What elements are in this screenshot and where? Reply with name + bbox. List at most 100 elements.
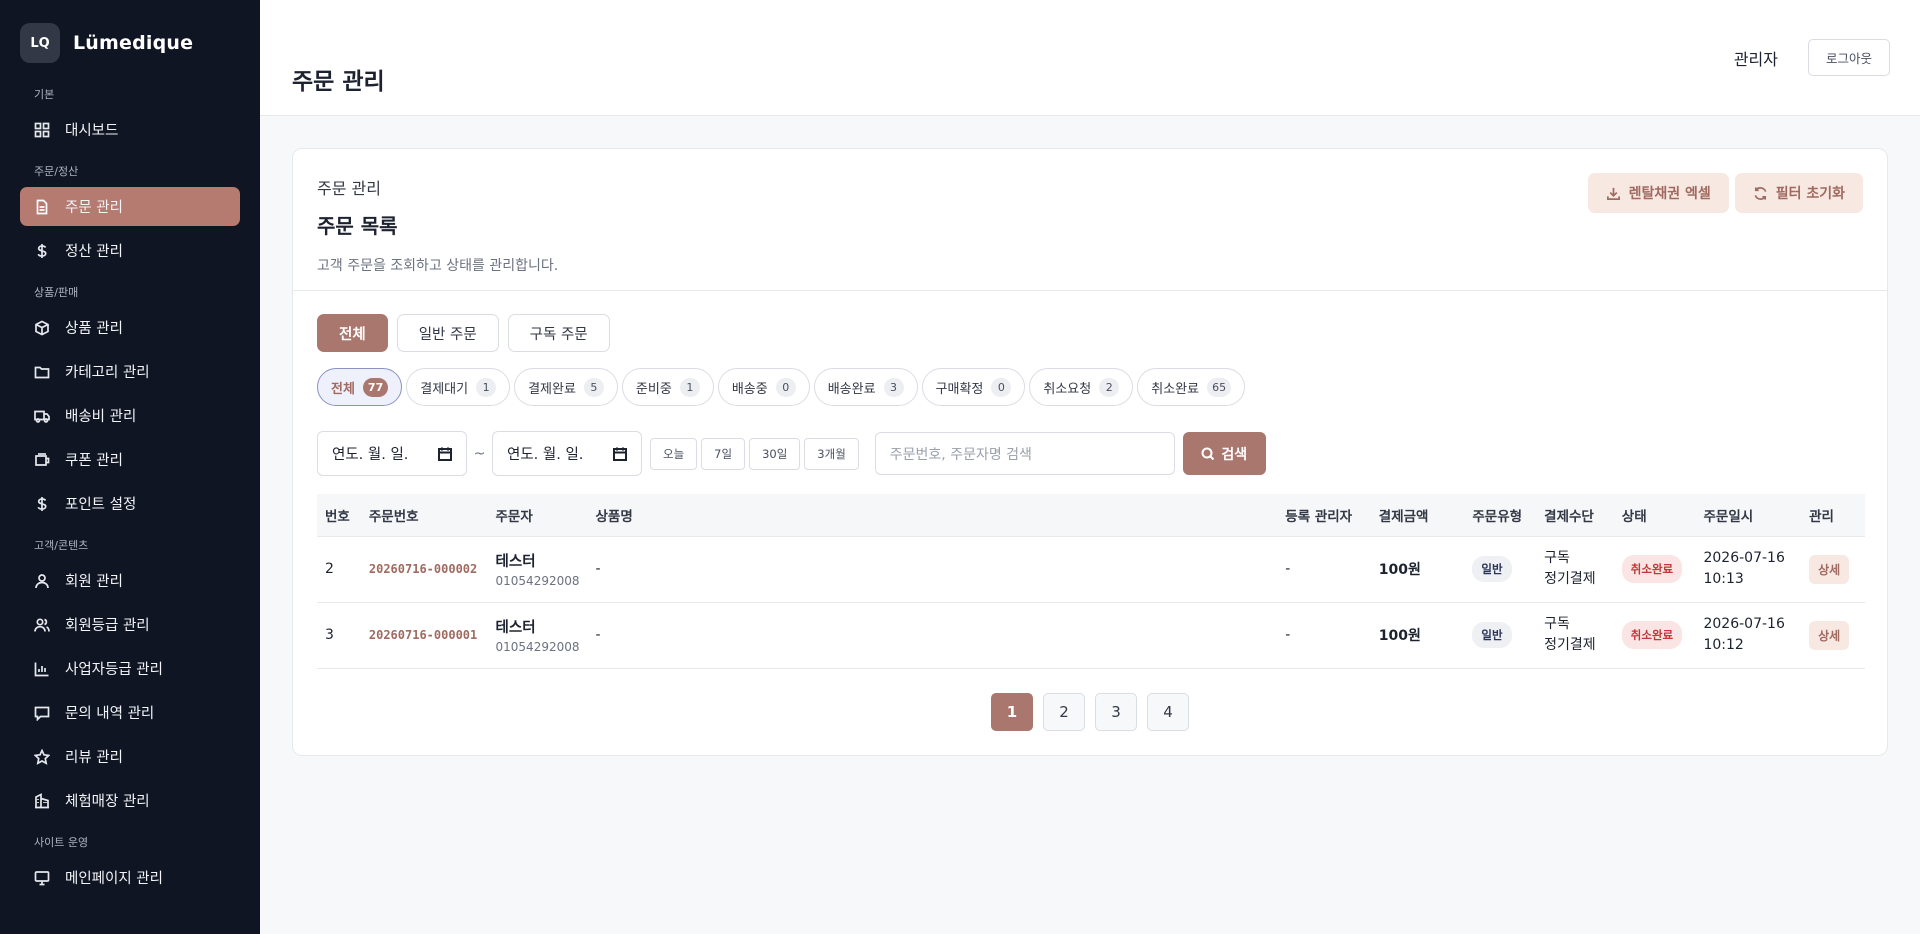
detail-button[interactable]: 상세	[1809, 554, 1850, 584]
payment-method: 구독	[1544, 616, 1570, 632]
column-header: 관리	[1801, 494, 1865, 537]
document-icon	[34, 199, 50, 215]
chip-label: 결제완료	[528, 381, 576, 397]
quick-date-today[interactable]: 오늘	[650, 437, 698, 470]
sidebar-item-main-page[interactable]: 메인페이지 관리	[20, 858, 240, 897]
sidebar-item-categories[interactable]: 카테고리 관리	[20, 352, 240, 391]
calendar-icon	[438, 447, 452, 461]
truck-icon	[34, 408, 50, 424]
nav-section-title: 사이트 운영	[34, 836, 89, 849]
nav-section-title: 고객/콘텐츠	[34, 539, 89, 552]
search-button[interactable]: 검색	[1182, 432, 1266, 475]
quick-date-3m[interactable]: 3개월	[804, 437, 859, 470]
filter-row: 연도. 월. 일. ~ 연도. 월. 일. 오늘 7일 30일 3개월 주문번호…	[317, 431, 1266, 476]
sidebar-item-member-grades[interactable]: 회원등급 관리	[20, 605, 240, 644]
search-input[interactable]: 주문번호, 주문자명 검색	[874, 432, 1175, 475]
sidebar-item-business-grades[interactable]: 사업자등급 관리	[20, 649, 240, 688]
sidebar-item-reviews[interactable]: 리뷰 관리	[20, 737, 240, 776]
logout-button[interactable]: 로그아웃	[1808, 39, 1890, 76]
status-chip-preparing[interactable]: 준비중 1	[621, 368, 714, 406]
date-placeholder: 연도. 월. 일.	[507, 447, 584, 463]
column-header: 결제금액	[1370, 494, 1465, 537]
chip-count: 65	[1207, 377, 1232, 397]
grid-icon	[34, 122, 50, 138]
message-icon	[34, 705, 50, 721]
status-chip-pending-payment[interactable]: 결제대기 1	[406, 368, 511, 406]
rental-excel-button[interactable]: 렌탈채권 엑셀	[1587, 173, 1729, 213]
page-button-4[interactable]: 4	[1147, 693, 1189, 731]
sidebar-item-products[interactable]: 상품 관리	[20, 308, 240, 347]
quick-date-30d[interactable]: 30일	[749, 437, 801, 470]
end-date-input[interactable]: 연도. 월. 일.	[492, 431, 642, 476]
sidebar-item-points[interactable]: 포인트 설정	[20, 484, 240, 523]
page-button-2[interactable]: 2	[1043, 693, 1085, 731]
tab-general[interactable]: 일반 주문	[396, 314, 499, 352]
start-date-input[interactable]: 연도. 월. 일.	[317, 431, 467, 476]
detail-button[interactable]: 상세	[1809, 620, 1850, 650]
sidebar-item-members[interactable]: 회원 관리	[20, 561, 240, 600]
sidebar-item-inquiries[interactable]: 문의 내역 관리	[20, 693, 240, 732]
order-type-tabs: 전체 일반 주문 구독 주문	[317, 314, 610, 352]
chip-count: 0	[775, 377, 796, 397]
order-time: 10:12	[1703, 637, 1744, 653]
sidebar-item-stores[interactable]: 체험매장 관리	[20, 781, 240, 820]
chip-label: 배송완료	[827, 381, 876, 397]
brand[interactable]: LQ Lümedique	[20, 22, 240, 64]
column-header: 주문자	[487, 494, 588, 537]
sidebar-item-orders[interactable]: 주문 관리	[20, 187, 240, 226]
chip-label: 구매확정	[935, 381, 984, 397]
sidebar-item-label: 정산 관리	[65, 244, 123, 260]
rental-excel-label: 렌탈채권 엑셀	[1628, 186, 1711, 202]
chip-count: 1	[476, 377, 497, 397]
search-button-label: 검색	[1221, 446, 1248, 463]
reset-filter-button[interactable]: 필터 초기화	[1734, 173, 1863, 213]
sidebar: LQ Lümedique 기본 대시보드 주문/정산 주문 관리 정산 관리 상…	[0, 0, 260, 934]
page-button-3[interactable]: 3	[1095, 693, 1137, 731]
download-icon	[1606, 186, 1621, 201]
customer-name: 테스터	[495, 554, 536, 570]
tab-subscription[interactable]: 구독 주문	[507, 314, 610, 352]
status-chip-all[interactable]: 전체 77	[317, 368, 403, 406]
status-chip-cancel-requested[interactable]: 취소요청 2	[1029, 368, 1134, 406]
status-chip-paid[interactable]: 결제완료 5	[514, 368, 618, 406]
star-icon	[34, 748, 50, 765]
registered-admin: -	[1277, 536, 1371, 603]
calendar-icon	[613, 447, 627, 461]
payment-amount: 100원	[1370, 602, 1465, 669]
sidebar-item-shipping[interactable]: 배송비 관리	[20, 396, 240, 435]
sidebar-item-label: 주문 관리	[65, 200, 123, 216]
status-chip-cancelled[interactable]: 취소완료 65	[1137, 368, 1246, 406]
sidebar-item-label: 포인트 설정	[65, 497, 137, 513]
refresh-icon	[1753, 186, 1768, 201]
order-number-link[interactable]: 20260716-000001	[369, 628, 477, 642]
row-number: 3	[317, 602, 361, 669]
sidebar-item-dashboard[interactable]: 대시보드	[20, 110, 240, 149]
sidebar-item-coupons[interactable]: 쿠폰 관리	[20, 440, 240, 479]
status-badge: 취소완료	[1621, 621, 1683, 649]
nav-section-title: 기본	[34, 88, 55, 101]
sidebar-item-label: 대시보드	[65, 123, 119, 139]
order-date: 2026-07-16	[1703, 550, 1785, 566]
chip-count: 3	[883, 377, 904, 397]
page-button-1[interactable]: 1	[991, 693, 1033, 731]
status-chip-delivered[interactable]: 배송완료 3	[813, 368, 918, 406]
table-row: 3 20260716-000001 테스터 01054292008 - - 100…	[317, 602, 1865, 669]
chip-count: 0	[991, 377, 1012, 397]
product-name: -	[587, 602, 1278, 669]
status-chip-confirmed[interactable]: 구매확정 0	[921, 368, 1026, 406]
pagination: 1 2 3 4	[293, 693, 1887, 731]
product-name: -	[587, 536, 1278, 603]
quick-date-7d[interactable]: 7일	[701, 437, 746, 470]
users-icon	[34, 617, 50, 633]
column-header: 주문유형	[1464, 494, 1537, 537]
sidebar-item-settlement[interactable]: 정산 관리	[20, 231, 240, 270]
customer-phone: 01054292008	[495, 574, 580, 588]
status-filter-chips: 전체 77 결제대기 1 결제완료 5 준비중 1 배송중 0 배송완료 3 구매확정 0 취…	[317, 368, 1246, 406]
status-chip-shipping[interactable]: 배송중 0	[717, 368, 810, 406]
order-number-link[interactable]: 20260716-000002	[369, 562, 477, 576]
sidebar-item-label: 체험매장 관리	[65, 794, 150, 810]
card-header: 주문 관리 주문 목록 고객 주문을 조회하고 상태를 관리합니다. 렌탈채권 …	[293, 149, 1887, 291]
nav-section-title: 상품/판매	[34, 286, 79, 299]
tab-all[interactable]: 전체	[317, 314, 388, 352]
orders-table: 번호 주문번호 주문자 상품명 등록 관리자 결제금액 주문유형 결제수단 상태…	[317, 494, 1865, 669]
